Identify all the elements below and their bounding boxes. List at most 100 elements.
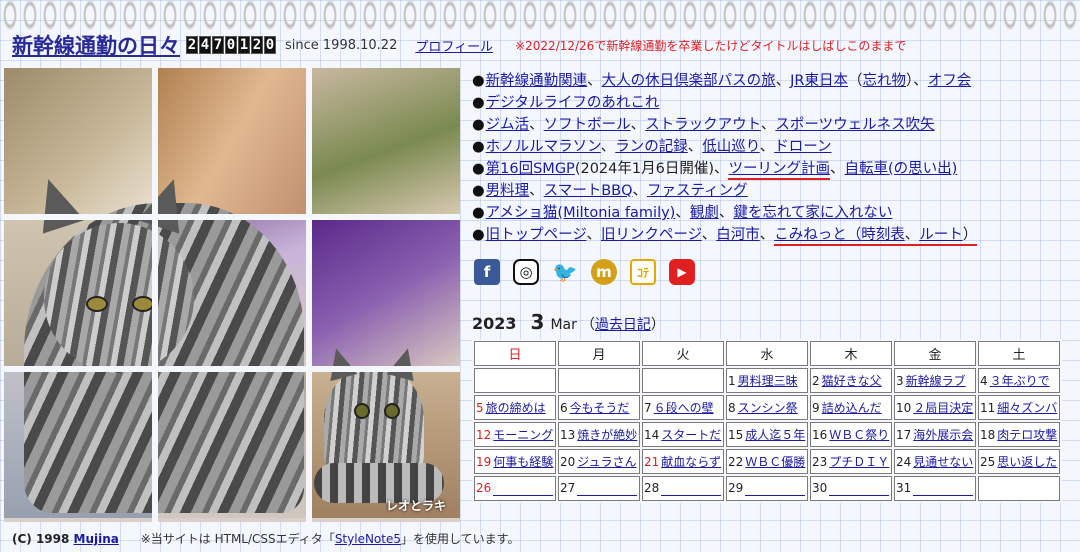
link-fukiya[interactable]: スポーツウェルネス吹矢 xyxy=(775,117,934,133)
cat-photo-grid: レオとラキ xyxy=(4,68,460,522)
link-digital-life[interactable]: デジタルライフのあれこれ xyxy=(486,95,660,111)
stylenote-link[interactable]: StyleNote5 xyxy=(335,532,401,546)
diary-entry-link[interactable]: モーニング xyxy=(493,428,553,442)
link-kominet[interactable]: こみねっと（ xyxy=(774,227,861,243)
link-route[interactable]: ルート xyxy=(919,227,963,243)
diary-entry-link[interactable] xyxy=(493,482,554,496)
link-fasting[interactable]: ファスティング xyxy=(647,183,748,199)
link-touring-plan[interactable]: ツーリング計画 xyxy=(728,161,830,180)
link-hiking[interactable]: 低山巡り xyxy=(702,139,759,155)
diary-entry-link[interactable]: 細々ズンバ xyxy=(997,401,1057,415)
kitten-eye xyxy=(384,403,400,419)
link-bicycle[interactable]: 自転車(の思い出) xyxy=(844,161,957,177)
calendar-day: 28 xyxy=(642,476,724,501)
diary-entry-link[interactable] xyxy=(661,482,722,496)
profile-link[interactable]: プロフィール xyxy=(415,36,493,55)
calendar-week: 1 男料理三昧 2 猫好きな父 3 新幹線ラブ 4 ３年ぶりで xyxy=(474,368,1060,393)
diary-entry-link[interactable] xyxy=(913,482,974,496)
diary-entry-link[interactable]: 猫好きな父 xyxy=(822,374,882,388)
diary-entry-link[interactable]: 献血ならず xyxy=(661,455,721,469)
calendar-day: 19 何事も経験 xyxy=(474,449,556,474)
calendar-week: 26 27 28 29 30 31 xyxy=(474,476,1060,501)
link-struckout[interactable]: ストラックアウト xyxy=(645,117,761,133)
calendar-day xyxy=(474,368,556,393)
calendar-day: 15 成人迄５年 xyxy=(726,422,808,447)
diary-entry-link[interactable]: 今もそうだ xyxy=(570,401,630,415)
facebook-icon[interactable]: f xyxy=(474,259,500,285)
diary-entry-link[interactable]: 新幹線ラブ xyxy=(906,374,966,388)
link-old-top[interactable]: 旧トップページ xyxy=(486,227,587,243)
diary-entry-link[interactable]: 男料理三昧 xyxy=(738,374,798,388)
diary-entry-link[interactable]: 何事も経験 xyxy=(493,455,553,469)
diary-entry-link[interactable]: スンシン祭 xyxy=(738,401,798,415)
diary-entry-link[interactable]: ３年ぶりで xyxy=(990,374,1050,388)
twitter-icon[interactable]: 🐦 xyxy=(552,259,578,285)
diary-entry-link[interactable]: 成人迄５年 xyxy=(745,428,805,442)
calendar-day: 16 ＷＢＣ祭り xyxy=(810,422,892,447)
calendar-week: 12 モーニング 13 焼きが絶妙 14 スタートだ 15 成人迄５年 16 ＷＢＣ祭り 17 海外展… xyxy=(474,422,1060,447)
diary-entry-link[interactable]: 旅の締めは xyxy=(486,401,546,415)
diary-entry-link[interactable] xyxy=(745,482,806,496)
link-otona-pass[interactable]: 大人の休日倶楽部パスの旅 xyxy=(602,73,776,89)
instagram-icon[interactable]: ◎ xyxy=(513,259,539,285)
link-shirakawa[interactable]: 白河市 xyxy=(716,227,760,243)
diary-entry-link[interactable]: プチＤＩＹ xyxy=(829,455,889,469)
diary-entry-link[interactable]: ジュラさん xyxy=(577,455,636,469)
calendar-day: 26 xyxy=(474,476,556,501)
link-forgot-key[interactable]: 鍵を忘れて家に入れない xyxy=(733,205,892,221)
link-gym[interactable]: ジム活 xyxy=(486,117,530,133)
diary-entry-link[interactable]: ２局目決定 xyxy=(913,401,973,415)
bullet-icon: ● xyxy=(472,205,485,221)
calendar-body: 1 男料理三昧 2 猫好きな父 3 新幹線ラブ 4 ３年ぶりで 5 旅の締めは 6 今もそうだ 7 ６段へ… xyxy=(474,368,1060,501)
link-run-record[interactable]: ランの記録 xyxy=(615,139,688,155)
youtube-icon[interactable]: ▶ xyxy=(669,259,695,285)
link-drone[interactable]: ドローン xyxy=(774,139,831,155)
author-link[interactable]: Mujina xyxy=(74,532,119,546)
site-title-link[interactable]: 新幹線通勤の日々 xyxy=(12,30,180,60)
link-cooking[interactable]: 男料理 xyxy=(486,183,530,199)
calendar-day: 10 ２局目決定 xyxy=(894,395,976,420)
diary-entry-link[interactable]: 詰め込んだ xyxy=(822,401,882,415)
link-lost-items[interactable]: 忘れ物 xyxy=(863,73,907,89)
diary-entry-link[interactable]: 肉テロ攻撃 xyxy=(997,428,1057,442)
link-old-links[interactable]: 旧リンクページ xyxy=(601,227,702,243)
link-american-shorthair[interactable]: アメショ猫(Miltonia family) xyxy=(486,205,676,221)
bullet-icon: ● xyxy=(472,161,485,177)
diary-entry-link[interactable]: スタートだ xyxy=(661,428,721,442)
day-number: 1 xyxy=(728,374,736,388)
diary-entry-link[interactable] xyxy=(577,482,638,496)
diary-entry-link[interactable] xyxy=(829,482,890,496)
weekday-wed: 水 xyxy=(726,341,808,366)
counter-digit: 0 xyxy=(264,36,276,54)
diary-entry-link[interactable]: 海外展示会 xyxy=(913,428,973,442)
bullet-icon: ● xyxy=(472,227,485,243)
menu-row-cats: ●アメショ猫(Miltonia family)、観劇、鍵を忘れて家に入れない xyxy=(472,205,893,221)
site-menu: ●新幹線通勤関連、大人の休日倶楽部パスの旅、JR東日本（忘れ物）、オフ会 ●デジ… xyxy=(472,70,1072,246)
past-diary-link[interactable]: 過去日記 xyxy=(595,317,651,333)
link-shinkansen[interactable]: 新幹線通勤関連 xyxy=(486,73,588,89)
link-theater[interactable]: 観劇 xyxy=(690,205,719,221)
calendar-day: 29 xyxy=(726,476,808,501)
calendar-day: 6 今もそうだ xyxy=(558,395,640,420)
link-smart-bbq[interactable]: スマートBBQ xyxy=(544,183,633,199)
link-softball[interactable]: ソフトボール xyxy=(544,117,631,133)
day-number: 14 xyxy=(644,428,660,442)
counter-digit: 7 xyxy=(212,36,224,54)
diary-entry-link[interactable]: 焼きが絶妙 xyxy=(577,428,637,442)
diary-entry-link[interactable]: ＷＢＣ優勝 xyxy=(745,455,805,469)
link-honolulu[interactable]: ホノルルマラソン xyxy=(486,139,601,155)
link-smgp[interactable]: 第16回SMGP xyxy=(486,161,575,177)
mixi-icon[interactable]: m xyxy=(591,259,617,285)
link-offkai[interactable]: オフ会 xyxy=(928,73,972,89)
kominet-group: こみねっと（時刻表、ルート） xyxy=(774,227,978,246)
diary-entry-link[interactable]: 思い返した xyxy=(997,455,1057,469)
diary-entry-link[interactable]: 見通せない xyxy=(913,455,973,469)
link-jr-east[interactable]: JR東日本 xyxy=(790,73,848,89)
day-number: 17 xyxy=(896,428,912,442)
calendar-day: 4 ３年ぶりで xyxy=(978,368,1060,393)
link-timetable[interactable]: 時刻表 xyxy=(861,227,905,243)
diary-entry-link[interactable]: ＷＢＣ祭り xyxy=(829,428,889,442)
day-number: 24 xyxy=(896,455,912,469)
diary-entry-link[interactable]: ６段への壁 xyxy=(654,401,714,415)
app-icon[interactable]: ｺﾃ xyxy=(630,259,656,285)
